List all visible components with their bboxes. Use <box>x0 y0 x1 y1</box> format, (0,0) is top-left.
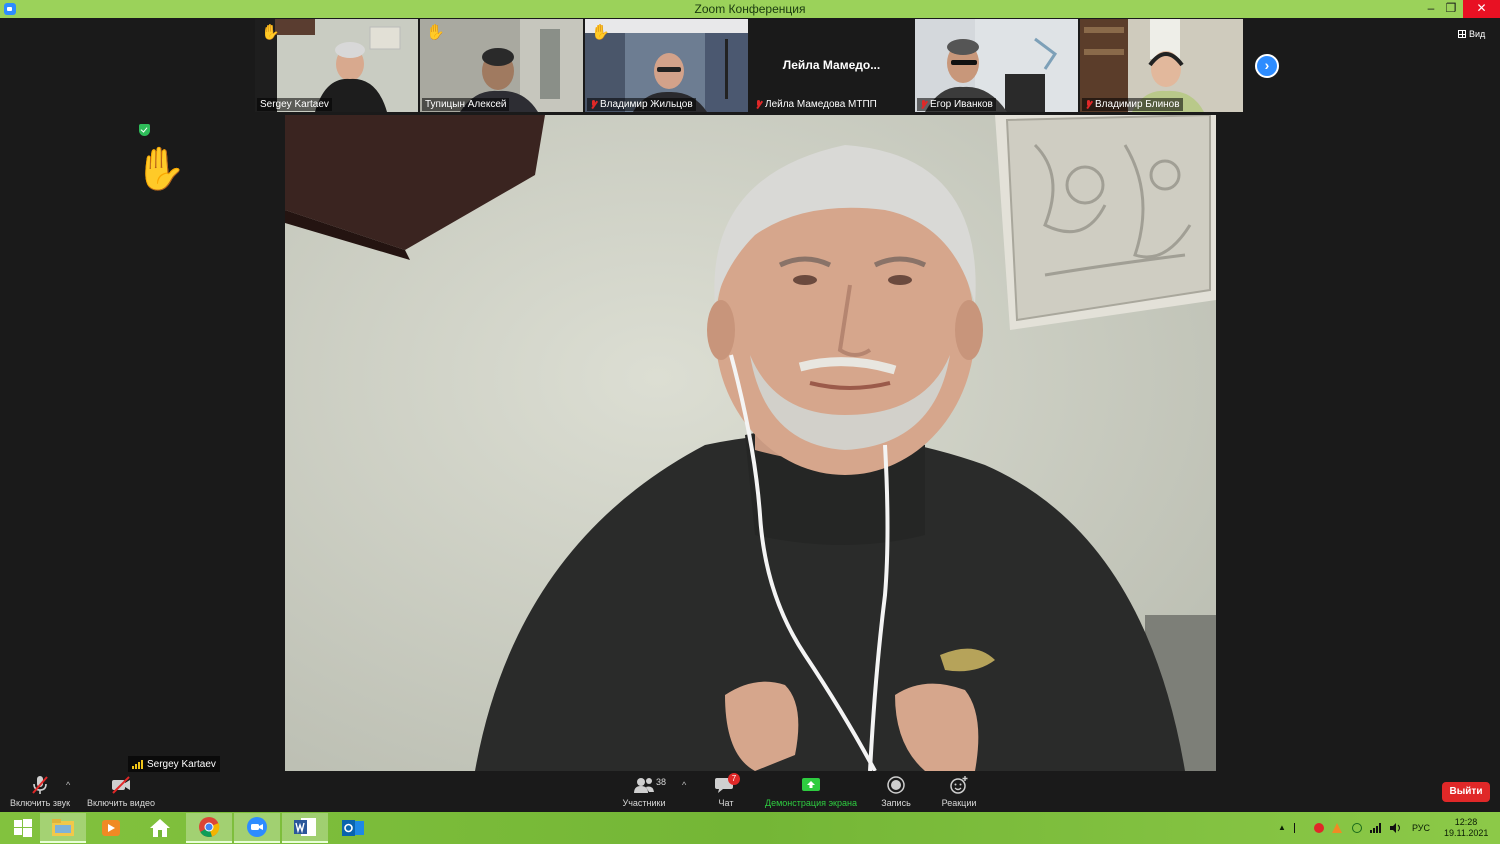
unmute-label: Включить звук <box>9 798 71 808</box>
start-video-button[interactable]: Включить видео <box>84 772 158 812</box>
taskbar-media-player[interactable] <box>88 813 134 843</box>
signal-strength-icon <box>132 759 143 769</box>
taskbar-word[interactable] <box>282 813 328 843</box>
clock-time: 12:28 <box>1454 817 1478 827</box>
taskbar-zoom[interactable] <box>234 813 280 843</box>
participant-name: Егор Иванков <box>930 99 993 110</box>
taskbar-chrome[interactable] <box>186 813 232 843</box>
raised-hand-icon: ✋ <box>426 24 445 41</box>
grid-view-icon <box>1458 30 1466 38</box>
zoom-icon <box>247 817 267 837</box>
tray-sync-icon[interactable] <box>1352 823 1362 833</box>
record-label: Запись <box>881 798 911 808</box>
clock-date: 19.11.2021 <box>1444 828 1489 838</box>
participant-name-tag: Владимир Жильцов <box>587 98 696 111</box>
participant-name-tag: Егор Иванков <box>917 98 996 111</box>
participant-name: Sergey Kartaev <box>260 99 329 110</box>
participant-display-name: Лейла Мамедо... <box>782 58 881 72</box>
system-tray: ▲ РУС 12:28 19.11.2021 <box>1276 812 1500 844</box>
mic-muted-icon <box>32 776 48 794</box>
participant-thumbnail[interactable]: Егор Иванков <box>915 19 1078 112</box>
participant-name: Владимир Блинов <box>1095 99 1180 110</box>
windows-taskbar <box>0 812 1500 844</box>
security-shield-icon[interactable] <box>139 124 150 136</box>
network-icon[interactable] <box>1370 823 1381 833</box>
participant-name-tag: Владимир Блинов <box>1082 98 1183 111</box>
raised-hand-icon: ✋ <box>134 145 187 192</box>
participant-name: Лейла Мамедова МТПП <box>765 99 877 110</box>
leave-meeting-button[interactable]: Выйти <box>1442 782 1490 802</box>
participant-name-tag: Тупицын Алексей <box>422 98 510 111</box>
speaker-icon <box>1390 823 1400 833</box>
active-speaker-video <box>285 115 1216 771</box>
participant-thumbnail[interactable]: ✋ Владимир Жильцов <box>585 19 748 112</box>
folder-icon <box>52 819 74 836</box>
raised-hand-icon: ✋ <box>591 24 610 41</box>
participant-name-tag: Sergey Kartaev <box>257 98 332 111</box>
next-page-button[interactable]: › <box>1255 54 1279 78</box>
speaker-video-frame <box>285 115 1216 771</box>
start-video-label: Включить видео <box>87 798 155 808</box>
word-icon <box>294 818 316 836</box>
volume-icon[interactable] <box>1390 823 1400 833</box>
participants-count: 38 <box>656 777 667 787</box>
keyboard-language[interactable]: РУС <box>1412 823 1430 833</box>
active-speaker-name-tag: Sergey Kartaev <box>128 756 220 772</box>
raised-hand-icon: ✋ <box>261 24 280 41</box>
taskbar-outlook[interactable] <box>330 813 376 843</box>
taskbar-explorer[interactable] <box>40 813 86 843</box>
participant-name-tag: Лейла Мамедова МТПП <box>752 98 880 111</box>
windows-logo-icon <box>14 819 32 837</box>
muted-mic-icon <box>920 100 927 109</box>
view-label: Вид <box>1469 29 1486 39</box>
participant-name: Тупицын Алексей <box>425 99 507 110</box>
video-off-icon <box>112 776 130 794</box>
chrome-icon <box>199 817 220 837</box>
title-bar: Zoom Конференция – ❐ ✕ <box>0 0 1500 18</box>
chat-label: Чат <box>718 798 734 808</box>
tray-app-icon[interactable] <box>1314 823 1324 833</box>
participant-thumbnail-strip: ✋ Sergey Kartaev ✋ Тупицын Алексей ✋ Вла… <box>255 19 1245 112</box>
record-icon <box>887 776 905 794</box>
audio-options-caret[interactable]: ^ <box>66 780 70 790</box>
participant-thumbnail[interactable]: Лейла Мамедо... Лейла Мамедова МТПП <box>750 19 913 112</box>
participants-label: Участники <box>622 798 666 808</box>
unmute-button[interactable]: Включить звук <box>6 772 74 812</box>
zoom-window: Zoom Конференция – ❐ ✕ Вид ✋ Sergey Kart… <box>0 0 1500 844</box>
participant-thumbnail[interactable]: Владимир Блинов <box>1080 19 1243 112</box>
tray-alert-icon[interactable] <box>1332 823 1342 833</box>
view-button[interactable]: Вид <box>1458 27 1485 41</box>
muted-mic-icon <box>755 100 762 109</box>
participants-icon <box>634 778 654 793</box>
action-center-flag-icon[interactable] <box>1294 823 1302 833</box>
meeting-toolbar: Включить звук ^ Включить видео Участники… <box>0 772 1500 812</box>
taskbar-home[interactable] <box>137 813 183 843</box>
close-window-button[interactable]: ✕ <box>1463 0 1500 18</box>
clock[interactable]: 12:28 19.11.2021 <box>1444 817 1488 839</box>
muted-mic-icon <box>1085 100 1092 109</box>
active-speaker-name: Sergey Kartaev <box>147 758 216 770</box>
window-title: Zoom Конференция <box>694 2 806 16</box>
share-screen-label: Демонстрация экрана <box>765 798 857 808</box>
chat-unread-badge: 7 <box>728 773 740 785</box>
reactions-button[interactable]: Реакции <box>936 772 982 812</box>
share-screen-button[interactable]: Демонстрация экрана <box>760 772 862 812</box>
share-screen-icon <box>802 778 820 791</box>
muted-mic-icon <box>590 100 597 109</box>
home-icon <box>150 819 170 837</box>
record-button[interactable]: Запись <box>876 772 916 812</box>
network-bars-icon <box>1370 823 1381 833</box>
tray-overflow-icon[interactable]: ▲ <box>1278 823 1288 833</box>
outlook-icon <box>342 820 364 836</box>
reactions-icon <box>950 776 968 794</box>
media-player-icon <box>102 820 120 836</box>
participant-name: Владимир Жильцов <box>600 99 693 110</box>
participants-options-caret[interactable]: ^ <box>682 780 686 790</box>
maximize-button[interactable]: ❐ <box>1436 0 1466 18</box>
participant-thumbnail[interactable]: ✋ Тупицын Алексей <box>420 19 583 112</box>
participant-thumbnail[interactable]: ✋ Sergey Kartaev <box>255 19 418 112</box>
reactions-label: Реакции <box>941 798 977 808</box>
